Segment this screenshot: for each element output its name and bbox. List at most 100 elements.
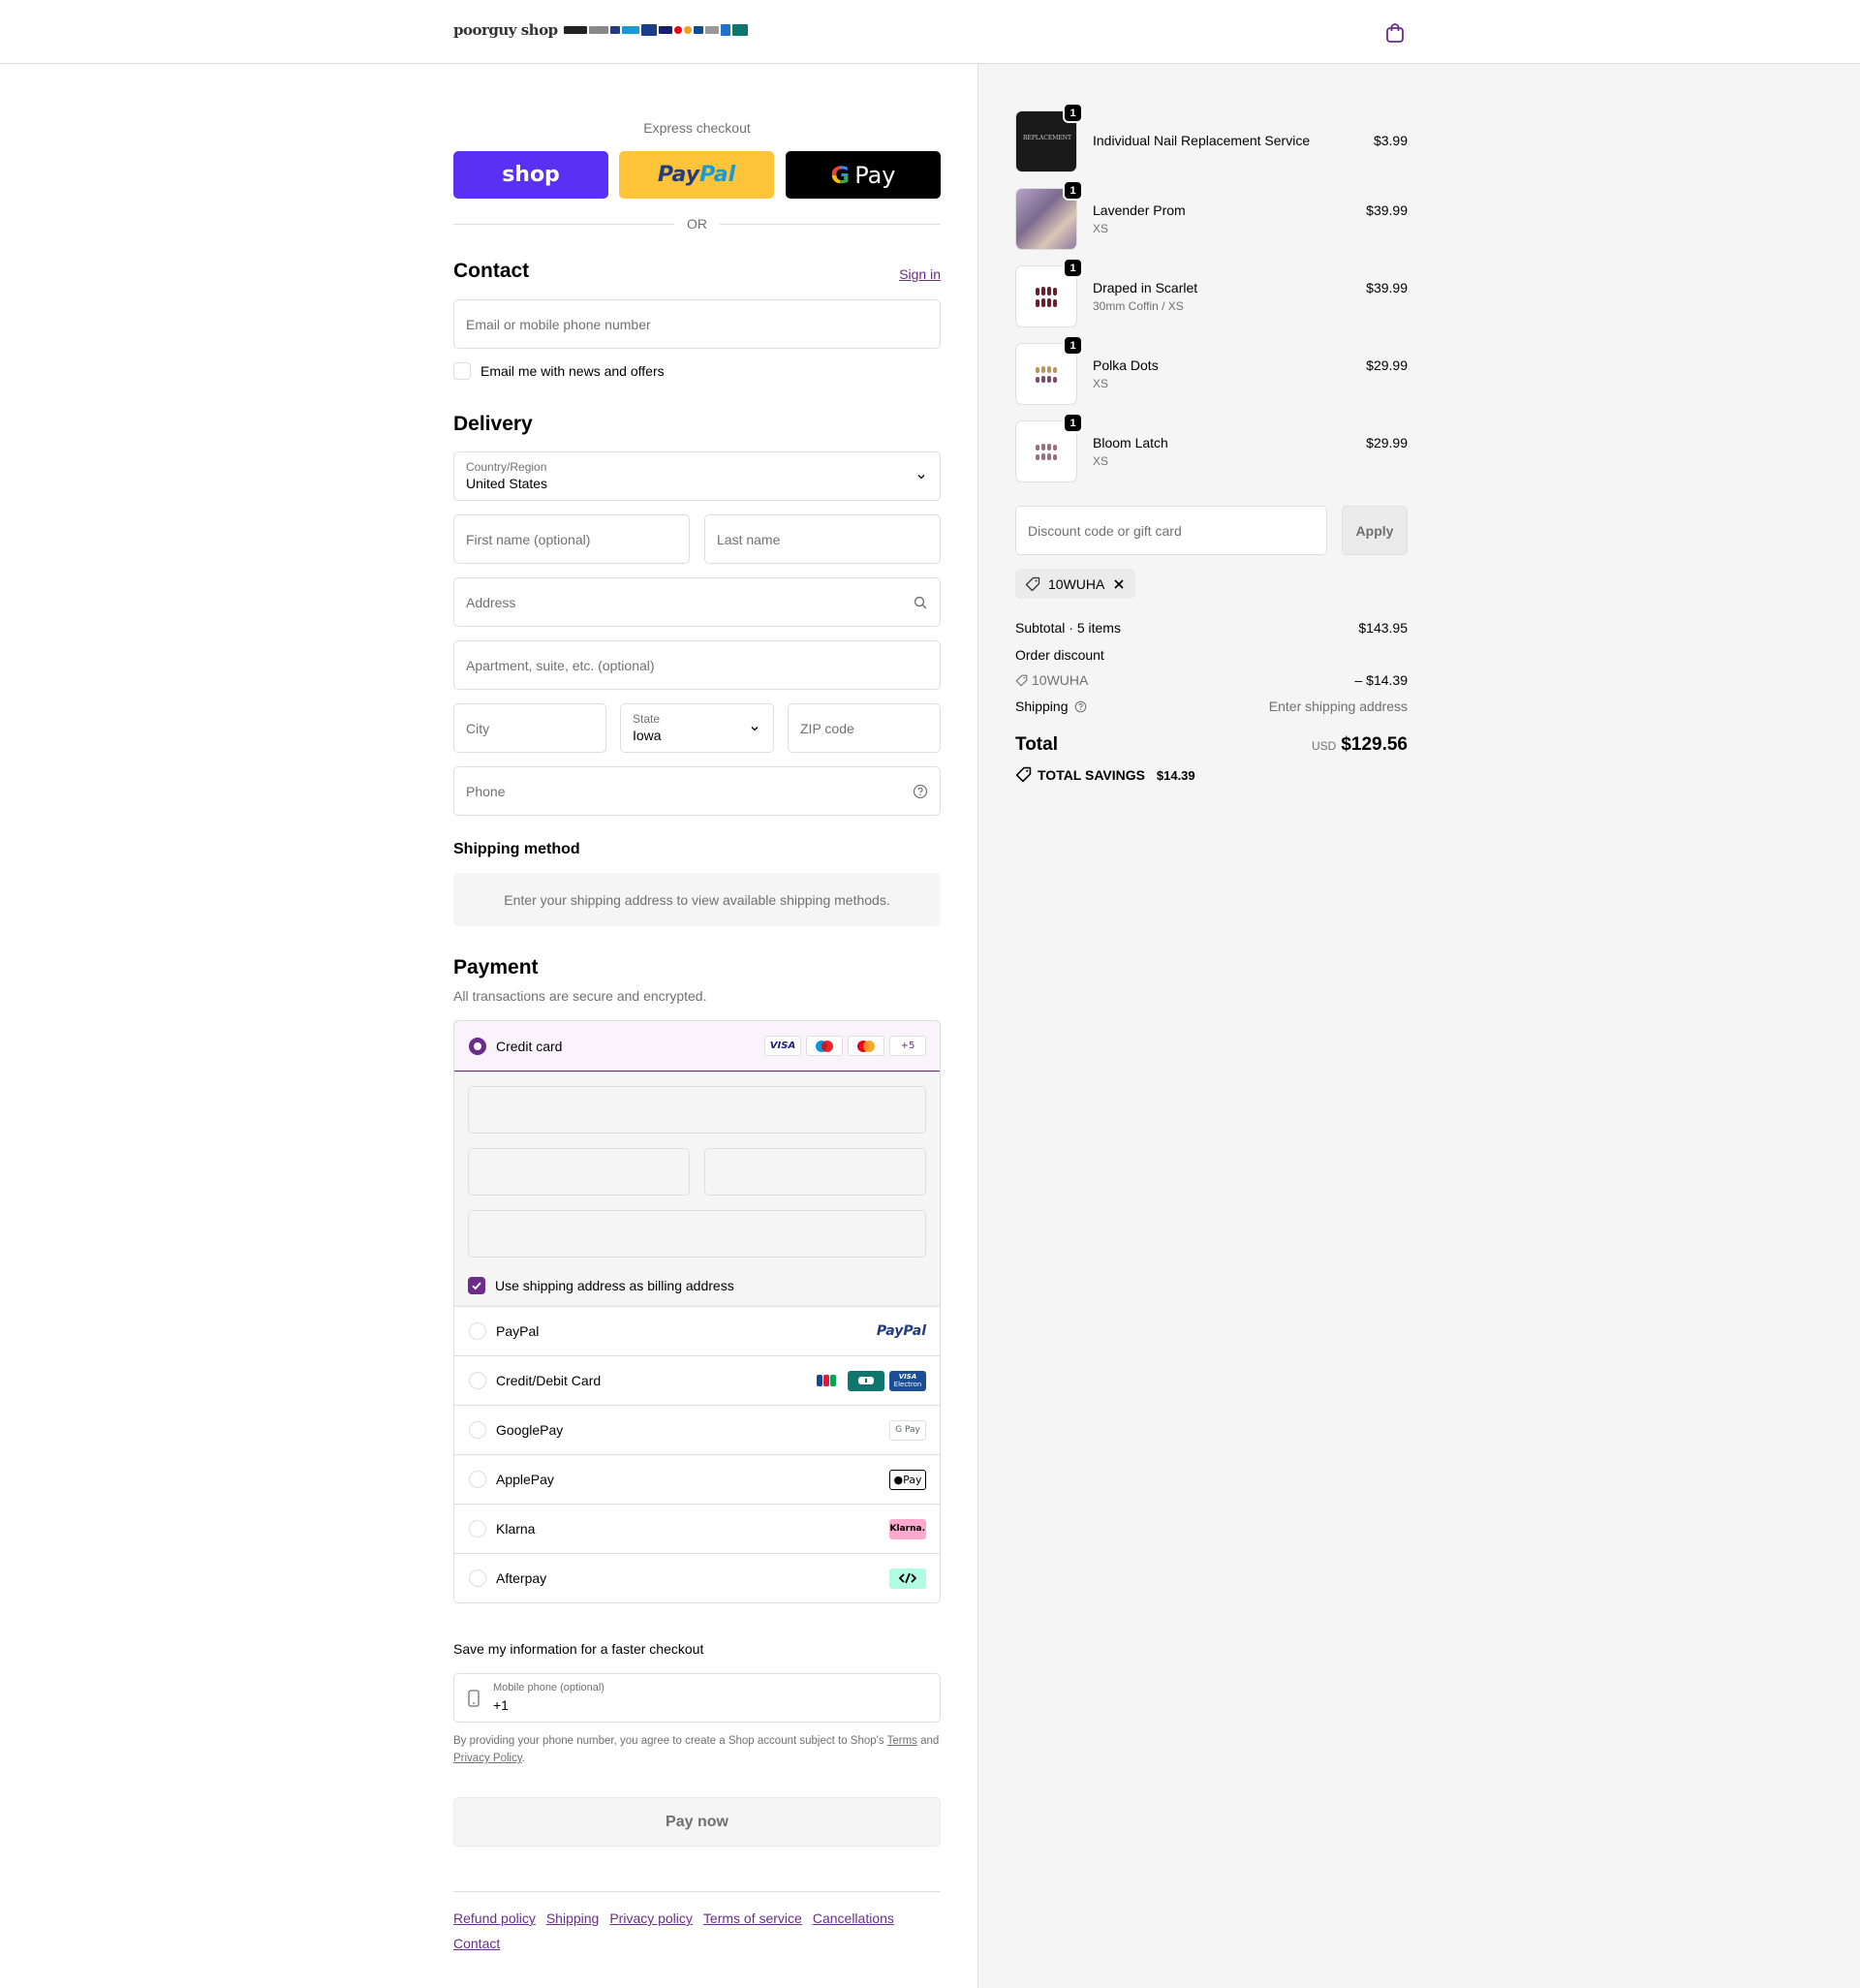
item-name: Individual Nail Replacement Service	[1093, 133, 1311, 148]
total-amount: USD $129.56	[1312, 734, 1408, 756]
total-savings-row: TOTAL SAVINGS $14.39	[1015, 766, 1408, 783]
or-divider: OR	[453, 216, 941, 232]
phone-field[interactable]	[453, 766, 941, 816]
payment-option-afterpay[interactable]: Afterpay	[454, 1553, 940, 1602]
pay-now-button[interactable]: Pay now	[453, 1797, 941, 1847]
terms-link[interactable]: Terms	[887, 1735, 917, 1747]
city-field[interactable]	[453, 703, 606, 753]
payment-option-paypal[interactable]: PayPal PayPal	[454, 1306, 940, 1355]
zip-input[interactable]	[789, 704, 940, 752]
discount-code-input[interactable]	[1016, 507, 1326, 554]
googlepay-label: GooglePay	[496, 1422, 564, 1438]
discount-code-field[interactable]	[1015, 506, 1327, 555]
refund-policy-link[interactable]: Refund policy	[453, 1910, 536, 1926]
logo-payment-strip	[563, 24, 748, 36]
tag-icon	[1015, 674, 1028, 687]
country-select[interactable]: Country/Region United States	[453, 451, 941, 501]
quantity-badge: 1	[1063, 180, 1083, 201]
visa-electron-logo: VISA Electron	[889, 1370, 926, 1391]
apartment-field[interactable]	[453, 640, 941, 690]
address-input[interactable]	[454, 578, 940, 626]
item-variant: XS	[1093, 222, 1109, 235]
item-variant: XS	[1093, 377, 1109, 390]
mobile-phone-value: +1	[493, 1697, 509, 1713]
shop-pay-button[interactable]: shop	[453, 151, 608, 199]
terms-of-service-link[interactable]: Terms of service	[703, 1910, 802, 1926]
billing-same-checkbox[interactable]	[468, 1277, 485, 1294]
shipping-label: Shipping	[1015, 699, 1069, 714]
card-cvv-field[interactable]	[704, 1148, 926, 1196]
address-field[interactable]	[453, 577, 941, 627]
applepay-label: ApplePay	[496, 1472, 554, 1487]
afterpay-icon	[889, 1568, 926, 1589]
last-name-field[interactable]	[704, 514, 941, 564]
state-select[interactable]: State Iowa	[620, 703, 774, 753]
city-input[interactable]	[454, 704, 605, 752]
first-name-field[interactable]	[453, 514, 690, 564]
help-circle-icon[interactable]	[1074, 700, 1087, 713]
mobile-phone-field[interactable]: Mobile phone (optional) +1	[453, 1673, 941, 1723]
payment-option-credit-debit-card[interactable]: Credit/Debit Card VISA Electron	[454, 1355, 940, 1405]
store-logo[interactable]: poorguy shop	[453, 21, 748, 39]
item-price: $39.99	[1366, 202, 1408, 218]
payment-methods: Credit card VISA +5 Use shipping address…	[453, 1020, 941, 1603]
mastercard-logo	[848, 1036, 884, 1056]
help-circle-icon[interactable]	[913, 784, 928, 799]
last-name-input[interactable]	[705, 515, 940, 563]
line-item: 1 Bloom Latch XS $29.99	[1015, 413, 1408, 482]
sign-in-link[interactable]: Sign in	[899, 266, 941, 282]
card-details-form: Use shipping address as billing address	[454, 1072, 940, 1306]
remove-discount-close-icon[interactable]	[1112, 577, 1126, 591]
zip-field[interactable]	[788, 703, 941, 753]
item-price: $39.99	[1366, 280, 1408, 295]
credit-debit-radio[interactable]	[469, 1372, 486, 1389]
credit-card-label: Credit card	[496, 1038, 563, 1054]
privacy-link[interactable]: Privacy Policy	[453, 1753, 522, 1764]
shopping-bag-icon[interactable]	[1383, 21, 1407, 45]
afterpay-radio[interactable]	[469, 1569, 486, 1587]
payment-option-klarna[interactable]: Klarna Klarna.	[454, 1504, 940, 1553]
card-number-field[interactable]	[468, 1086, 926, 1134]
card-expiry-field[interactable]	[468, 1148, 690, 1196]
payment-option-credit-card[interactable]: Credit card VISA +5	[454, 1021, 940, 1072]
delivery-title: Delivery	[453, 413, 533, 435]
line-item: 1 Polka Dots XS $29.99	[1015, 335, 1408, 405]
payment-option-applepay[interactable]: ApplePay ● Pay	[454, 1454, 940, 1504]
card-logos: VISA +5	[764, 1021, 926, 1071]
more-cards-badge: +5	[889, 1036, 926, 1056]
privacy-policy-link[interactable]: Privacy policy	[609, 1910, 693, 1926]
card-name-field[interactable]	[468, 1210, 926, 1258]
header: poorguy shop	[0, 0, 1860, 64]
order-discount-row: Order discount	[1015, 647, 1408, 663]
email-field[interactable]	[453, 299, 941, 349]
credit-card-radio[interactable]	[469, 1037, 486, 1055]
apartment-input[interactable]	[454, 641, 940, 689]
currency-code: USD	[1311, 739, 1337, 753]
googlepay-radio[interactable]	[469, 1421, 486, 1439]
contact-link[interactable]: Contact	[453, 1936, 500, 1951]
klarna-radio[interactable]	[469, 1520, 486, 1538]
first-name-input[interactable]	[454, 515, 689, 563]
item-name: Lavender Prom	[1093, 202, 1186, 218]
line-item: 1 Lavender Prom XS $39.99	[1015, 180, 1408, 250]
shipping-policy-link[interactable]: Shipping	[546, 1910, 600, 1926]
google-pay-button[interactable]: G Pay	[786, 151, 941, 199]
payment-option-googlepay[interactable]: GooglePay G Pay	[454, 1405, 940, 1454]
visa-electron-bottom: Electron	[893, 1381, 922, 1388]
billing-same-row[interactable]: Use shipping address as billing address	[468, 1277, 734, 1294]
shipping-method-title: Shipping method	[453, 841, 580, 857]
total-savings-label: TOTAL SAVINGS	[1038, 767, 1145, 783]
credit-debit-label: Credit/Debit Card	[496, 1373, 602, 1388]
cancellations-link[interactable]: Cancellations	[813, 1910, 894, 1926]
apply-discount-button[interactable]: Apply	[1342, 506, 1408, 555]
applepay-radio[interactable]	[469, 1471, 486, 1488]
email-input[interactable]	[454, 300, 940, 348]
visa-electron-top: VISA	[898, 1373, 917, 1381]
jcb-logo	[810, 1370, 843, 1391]
paypal-radio[interactable]	[469, 1322, 486, 1340]
email-news-checkbox[interactable]	[453, 362, 471, 380]
phone-input[interactable]	[454, 767, 940, 815]
paypal-express-button[interactable]: Pay Pal	[619, 151, 774, 199]
email-news-checkbox-row[interactable]: Email me with news and offers	[453, 362, 665, 380]
item-name: Polka Dots	[1093, 357, 1159, 373]
